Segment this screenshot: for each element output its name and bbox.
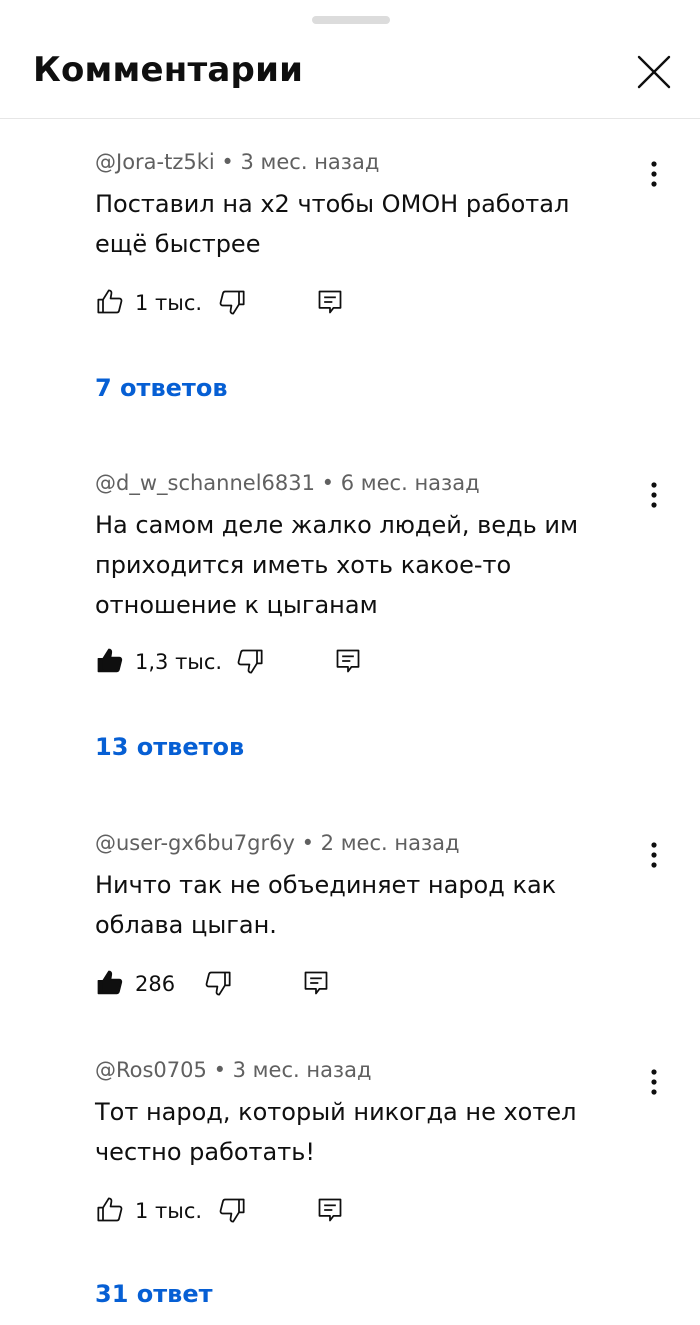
- more-vertical-icon: [651, 1069, 657, 1095]
- reply-button[interactable]: [333, 645, 363, 677]
- like-button[interactable]: [95, 645, 125, 677]
- comment-author[interactable]: @Ros0705: [95, 1058, 207, 1082]
- comment-meta: @d_w_schannel6831 • 6 мес. назад: [95, 469, 480, 497]
- close-button[interactable]: [628, 46, 680, 98]
- reply-comment-icon: [318, 1198, 342, 1222]
- comment-time: 3 мес. назад: [240, 150, 380, 174]
- comment-text: Тот народ, который никогда не хотел чест…: [95, 1098, 577, 1166]
- reply-button[interactable]: [315, 1194, 345, 1226]
- thumb-down-icon: [219, 1198, 245, 1223]
- dislike-button[interactable]: [203, 967, 233, 999]
- comment-author[interactable]: @user-gx6bu7gr6y: [95, 831, 295, 855]
- comment-time: 3 мес. назад: [232, 1058, 372, 1082]
- comments-header: Комментарии: [0, 30, 700, 119]
- like-count: 1 тыс.: [135, 291, 203, 315]
- comments-sheet: Комментарии @Jora-tz5ki • 3 мес. назад П…: [0, 0, 700, 1325]
- more-vertical-icon: [651, 161, 657, 187]
- reply-comment-icon: [304, 971, 328, 995]
- thumb-up-icon: [97, 648, 123, 673]
- comment-text: Ничто так не объединяет народ как облава…: [95, 871, 557, 939]
- thumb-down-icon: [219, 290, 245, 315]
- comment-meta: @user-gx6bu7gr6y • 2 мес. назад: [95, 829, 460, 857]
- comment-time: 6 мес. назад: [340, 471, 480, 495]
- comment-text: На самом деле жалко людей, ведь им прихо…: [95, 511, 579, 619]
- comment-author[interactable]: @d_w_schannel6831: [95, 471, 315, 495]
- thumb-up-icon: [97, 970, 123, 995]
- reply-button[interactable]: [315, 286, 345, 318]
- thumb-down-icon: [205, 971, 231, 996]
- reply-button[interactable]: [301, 967, 331, 999]
- dislike-button[interactable]: [217, 1194, 247, 1226]
- page-title: Комментарии: [33, 50, 304, 90]
- view-replies-link[interactable]: 7 ответов: [95, 372, 228, 404]
- comment-meta: @Jora-tz5ki • 3 мес. назад: [95, 148, 379, 176]
- drag-handle[interactable]: [312, 16, 390, 24]
- like-count: 1 тыс.: [135, 1199, 203, 1223]
- meta-separator: •: [206, 1058, 233, 1082]
- dislike-button[interactable]: [217, 286, 247, 318]
- like-count: 1,3 тыс.: [135, 650, 223, 674]
- close-icon: [637, 55, 671, 89]
- like-count: 286: [135, 972, 176, 996]
- more-vertical-icon: [651, 842, 657, 868]
- meta-separator: •: [214, 150, 241, 174]
- meta-separator: •: [315, 471, 341, 495]
- meta-separator: •: [294, 831, 321, 855]
- comment-more-button[interactable]: [640, 473, 668, 517]
- dislike-button[interactable]: [235, 645, 265, 677]
- comment-more-button[interactable]: [640, 833, 668, 877]
- view-replies-link[interactable]: 13 ответов: [95, 731, 244, 763]
- reply-comment-icon: [336, 649, 360, 673]
- comment-more-button[interactable]: [640, 152, 668, 196]
- comment-author[interactable]: @Jora-tz5ki: [95, 150, 215, 174]
- thumb-up-icon: [97, 1197, 123, 1222]
- more-vertical-icon: [651, 482, 657, 508]
- thumb-down-icon: [237, 649, 263, 674]
- comment-more-button[interactable]: [640, 1060, 668, 1104]
- reply-comment-icon: [318, 290, 342, 314]
- like-button[interactable]: [95, 967, 125, 999]
- comment-meta: @Ros0705 • 3 мес. назад: [95, 1056, 372, 1084]
- thumb-up-icon: [97, 289, 123, 314]
- view-replies-link[interactable]: 31 ответ: [95, 1278, 213, 1310]
- like-button[interactable]: [95, 286, 125, 318]
- comment-time: 2 мес. назад: [320, 831, 460, 855]
- like-button[interactable]: [95, 1194, 125, 1226]
- comment-text: Поставил на х2 чтобы ОМОН работал ещё бы…: [95, 190, 570, 258]
